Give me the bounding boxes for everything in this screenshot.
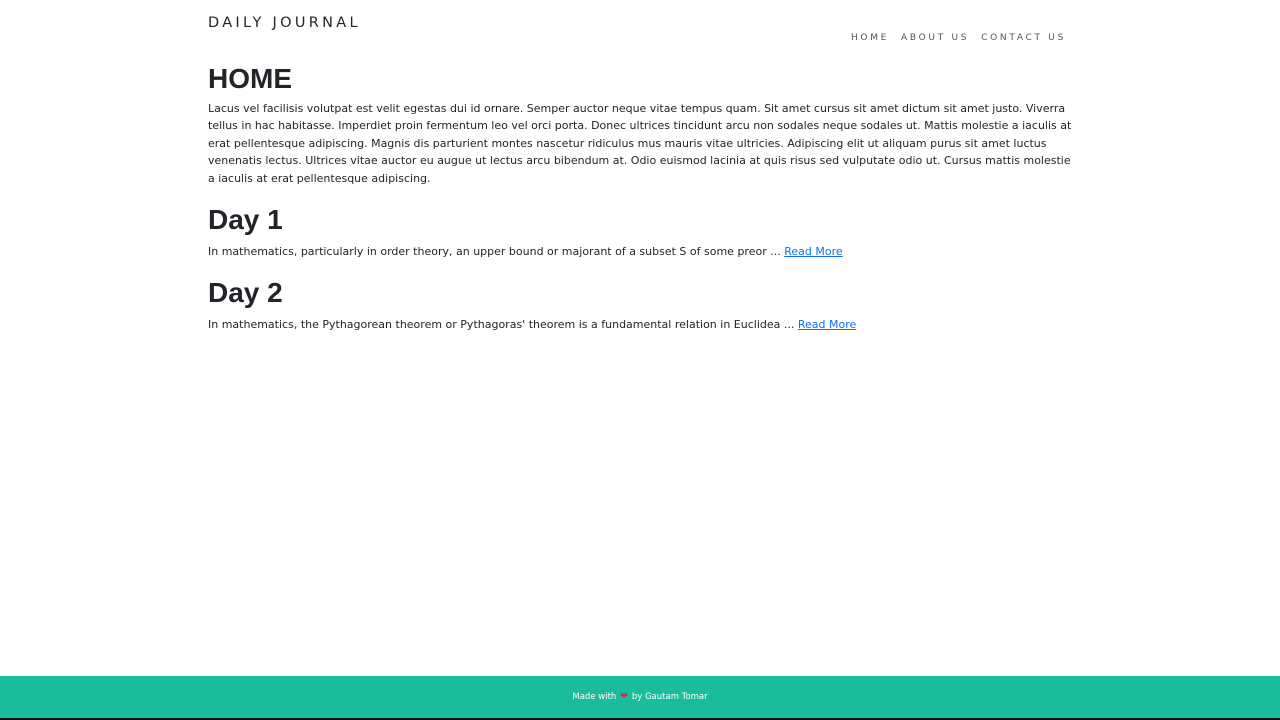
post-day-1: Day 1 In mathematics, particularly in or… (208, 203, 1072, 260)
footer-prefix: Made with (572, 692, 617, 702)
nav-link-about-us[interactable]: ABOUT US (901, 33, 969, 43)
post-title: Day 2 (208, 277, 283, 309)
nav-menu: HOME ABOUT US CONTACT US (851, 25, 1066, 44)
footer: Made with ❤ by Gautam Tomar (0, 676, 1280, 720)
read-more-link[interactable]: Read More (784, 245, 842, 258)
post-excerpt-text: In mathematics, particularly in order th… (208, 244, 785, 258)
main-content: HOME Lacus vel facilisis volutpat est ve… (208, 62, 1072, 333)
post-excerpt-text: In mathematics, the Pythagorean theorem … (208, 317, 798, 331)
post-title: Day 1 (208, 204, 283, 236)
post-excerpt: In mathematics, particularly in order th… (208, 243, 1072, 261)
home-paragraph: Lacus vel facilisis volutpat est velit e… (208, 101, 1072, 185)
brand-link[interactable]: DAILY JOURNAL (208, 15, 361, 31)
post-day-2: Day 2 In mathematics, the Pythagorean th… (208, 276, 1072, 333)
heart-icon: ❤ (620, 691, 628, 702)
nav-item-contact: CONTACT US (981, 25, 1066, 44)
read-more-link[interactable]: Read More (798, 318, 856, 331)
page-title: HOME (208, 63, 292, 94)
post-excerpt: In mathematics, the Pythagorean theorem … (208, 316, 1072, 334)
nav-link-contact-us[interactable]: CONTACT US (981, 33, 1066, 43)
page: DAILY JOURNAL HOME ABOUT US CONTACT US H… (0, 0, 1280, 720)
nav-item-home: HOME (851, 25, 889, 44)
navbar: DAILY JOURNAL HOME ABOUT US CONTACT US (208, 0, 1072, 56)
footer-author: by Gautam Tomar (631, 692, 708, 702)
nav-link-home[interactable]: HOME (851, 33, 889, 43)
nav-item-about: ABOUT US (901, 25, 969, 44)
